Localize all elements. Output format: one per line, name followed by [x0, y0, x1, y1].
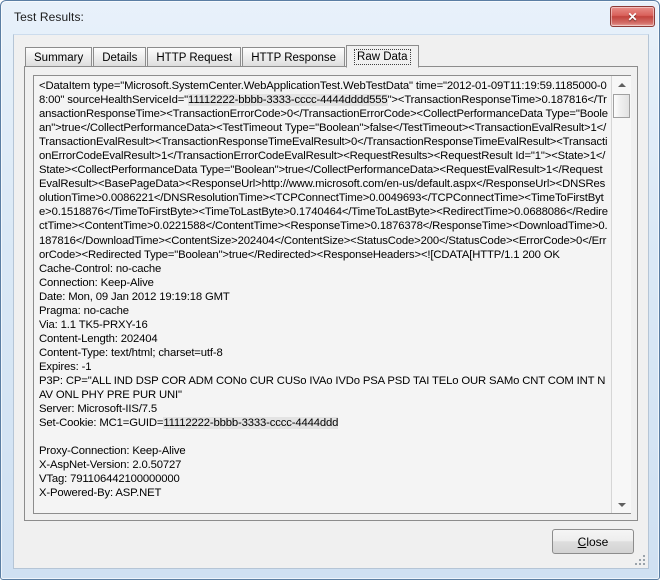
scrollbar-track[interactable] [612, 93, 631, 496]
scroll-down-arrow-icon [617, 502, 626, 507]
raw-data-text-area[interactable]: <DataItem type="Microsoft.SystemCenter.W… [34, 76, 611, 513]
test-results-window: Test Results: ✕ Summary Details HTTP Req… [0, 0, 660, 580]
tab-http-request[interactable]: HTTP Request [147, 47, 242, 67]
window-title: Test Results: [14, 10, 84, 24]
close-x-icon: ✕ [627, 9, 638, 24]
close-button-label: lose [586, 534, 609, 549]
raw-data-textbox[interactable]: <DataItem type="Microsoft.SystemCenter.W… [33, 75, 631, 514]
tab-http-request-label: HTTP Request [156, 51, 233, 64]
scrollbar-up-button[interactable] [612, 76, 631, 93]
set-cookie-guid: 11112222-bbbb-3333-cccc-4444ddd [163, 417, 339, 430]
source-health-service-guid: 11112222-bbbb-3333-cccc-4444dddd555 [188, 94, 388, 107]
title-bar: Test Results: ✕ [1, 1, 659, 34]
raw-headers-part-2: Proxy-Connection: Keep-Alive X-AspNet-Ve… [39, 445, 186, 500]
window-close-button[interactable]: ✕ [610, 6, 655, 27]
scrollbar-thumb[interactable] [613, 94, 630, 118]
tab-page-raw-data: <DataItem type="Microsoft.SystemCenter.W… [24, 66, 638, 521]
close-button[interactable]: Close [552, 529, 634, 554]
tab-raw-data-label: Raw Data [354, 48, 411, 65]
tab-details-label: Details [102, 51, 138, 64]
tab-strip: Summary Details HTTP Request HTTP Respon… [25, 45, 420, 68]
dialog-client-area: Summary Details HTTP Request HTTP Respon… [13, 34, 649, 569]
raw-data-vertical-scrollbar[interactable] [611, 76, 631, 513]
raw-headers-part-1: Cache-Control: no-cache Connection: Keep… [39, 262, 606, 430]
tab-summary[interactable]: Summary [25, 47, 93, 67]
tab-http-response[interactable]: HTTP Response [242, 47, 346, 67]
raw-data-content: <DataItem type="Microsoft.SystemCenter.W… [39, 79, 609, 500]
tab-http-response-label: HTTP Response [251, 51, 337, 64]
scroll-up-arrow-icon [617, 82, 626, 87]
tab-details[interactable]: Details [93, 47, 147, 67]
resize-grip[interactable] [633, 553, 645, 565]
tab-summary-label: Summary [34, 51, 84, 64]
tab-raw-data[interactable]: Raw Data [346, 45, 419, 68]
scrollbar-down-button[interactable] [612, 496, 631, 513]
raw-xml-part-2: "><TransactionResponseTime>0.187816</Tra… [39, 94, 608, 261]
